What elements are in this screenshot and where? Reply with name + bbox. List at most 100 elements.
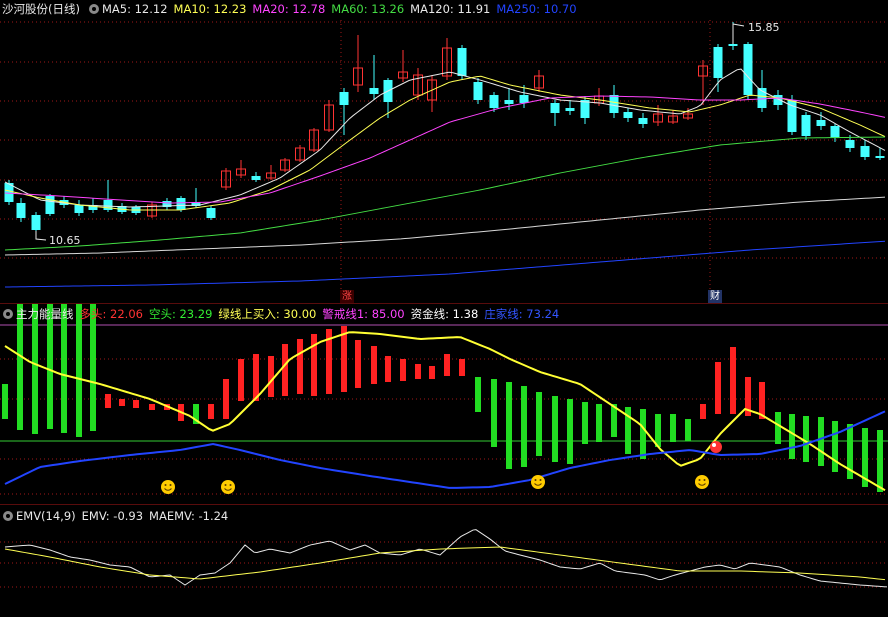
ma10-line (4, 75, 886, 211)
candle-body (609, 95, 619, 113)
candle-body (816, 120, 826, 126)
energy-bar (685, 419, 691, 441)
emv-panel[interactable]: EMV(14,9) EMV: -0.93 MAEMV: -1.24 (0, 505, 888, 617)
smiley-icon-eye (169, 484, 172, 486)
energy-bar (775, 412, 781, 444)
settings-icon[interactable] (3, 511, 13, 521)
candle-body (369, 88, 379, 94)
high-price-label: 15.85 (748, 21, 780, 34)
energy-chart (0, 304, 888, 505)
smiley-icon-eye (534, 479, 537, 481)
smiley-icon-eye (698, 479, 701, 481)
stock-title: 沙河股份(日线) (2, 2, 80, 16)
energy-bar (655, 414, 661, 447)
energy-bar (341, 326, 347, 392)
ma10-value: MA10: 12.23 (173, 2, 247, 16)
fund-line-value: 资金线: 1.38 (410, 307, 479, 321)
candle-body (565, 108, 575, 111)
energy-bar (355, 340, 361, 388)
energy-bar (552, 396, 558, 462)
energy-bar (76, 304, 82, 437)
indicator-title: 主力能量线 (16, 307, 74, 321)
smiley-icon-eye (703, 479, 706, 481)
settings-icon[interactable] (3, 309, 13, 319)
candle-body (713, 47, 723, 78)
ma20-line (4, 95, 886, 204)
emv-header: EMV(14,9) EMV: -0.93 MAEMV: -1.24 (0, 507, 888, 525)
event-marker-up[interactable]: 涨 (340, 290, 354, 303)
smiley-icon-eye (229, 484, 232, 486)
candle-body (801, 115, 811, 136)
energy-panel[interactable]: 主力能量线 多头: 22.06 空头: 23.29 绿线上买入: 30.00 警戒线1:… (0, 304, 888, 505)
signal-ball-highlight (712, 443, 716, 447)
energy-bar (582, 402, 588, 444)
energy-header: 主力能量线 多头: 22.06 空头: 23.29 绿线上买入: 30.00 警戒线1:… (0, 305, 888, 323)
price-header: 沙河股份(日线) MA5: 12.12 MA10: 12.23 MA20: 12.78… (0, 0, 888, 18)
energy-bar (459, 359, 465, 376)
energy-bar (371, 346, 377, 384)
candle-body (860, 146, 870, 157)
energy-bar (268, 356, 274, 397)
candle-body (489, 95, 499, 108)
energy-bar (491, 379, 497, 447)
energy-bar (61, 304, 67, 433)
candle-body (638, 118, 648, 124)
candle-body (728, 44, 738, 46)
energy-bar (149, 404, 155, 410)
settings-icon[interactable] (88, 4, 99, 14)
candle-body (457, 48, 467, 76)
event-marker-finance[interactable]: 财 (708, 290, 722, 303)
energy-bar (832, 421, 838, 472)
high-marker (732, 23, 745, 44)
warning-line-value: 警戒线1: 85.00 (322, 307, 405, 321)
ma60-line (4, 136, 886, 251)
energy-bar (238, 359, 244, 401)
ma60-value: MA60: 13.26 (331, 2, 405, 16)
candle-body (830, 126, 840, 138)
energy-bar (730, 347, 736, 414)
candle-body (31, 215, 41, 230)
energy-bar (2, 384, 8, 419)
ma120-line (4, 196, 886, 256)
candle-body (580, 100, 590, 118)
energy-bar (670, 414, 676, 442)
energy-bar (105, 394, 111, 408)
energy-bar (90, 304, 96, 431)
low-price-label: 10.65 (49, 234, 81, 247)
energy-bar (253, 354, 259, 401)
buy-line-value: 绿线上买入: 30.00 (218, 307, 317, 321)
candle-body (339, 92, 349, 105)
energy-bar (429, 366, 435, 379)
energy-bar (208, 404, 214, 419)
dealer-line-value: 庄家线: 73.24 (484, 307, 560, 321)
candle-body (875, 156, 885, 158)
candle-body (550, 103, 560, 113)
candle-body (773, 95, 783, 105)
energy-bar (715, 362, 721, 414)
candle-body (623, 112, 633, 118)
dealer-line (4, 410, 886, 489)
energy-bar (444, 354, 450, 376)
energy-bar (818, 417, 824, 466)
energy-bar (119, 399, 125, 406)
price-panel[interactable]: 沙河股份(日线) MA5: 12.12 MA10: 12.23 MA20: 12.78… (0, 0, 888, 304)
candle-body (176, 198, 186, 210)
energy-bar (32, 304, 38, 434)
energy-bar (223, 379, 229, 419)
candle-body (473, 82, 483, 100)
energy-bar (789, 414, 795, 459)
energy-bar (297, 339, 303, 394)
bear-value: 空头: 23.29 (148, 307, 213, 321)
smiley-icon (221, 480, 235, 494)
candle-body (845, 140, 855, 148)
energy-bar (282, 344, 288, 396)
energy-bar (596, 404, 602, 442)
signal-ball-icon (710, 441, 722, 453)
smiley-icon-eye (224, 484, 227, 486)
energy-bar (877, 430, 883, 492)
emv-title: EMV(14,9) (16, 509, 76, 523)
ma250-line (4, 240, 886, 288)
energy-bar (400, 359, 406, 381)
energy-bar (700, 404, 706, 419)
energy-bar (506, 382, 512, 469)
